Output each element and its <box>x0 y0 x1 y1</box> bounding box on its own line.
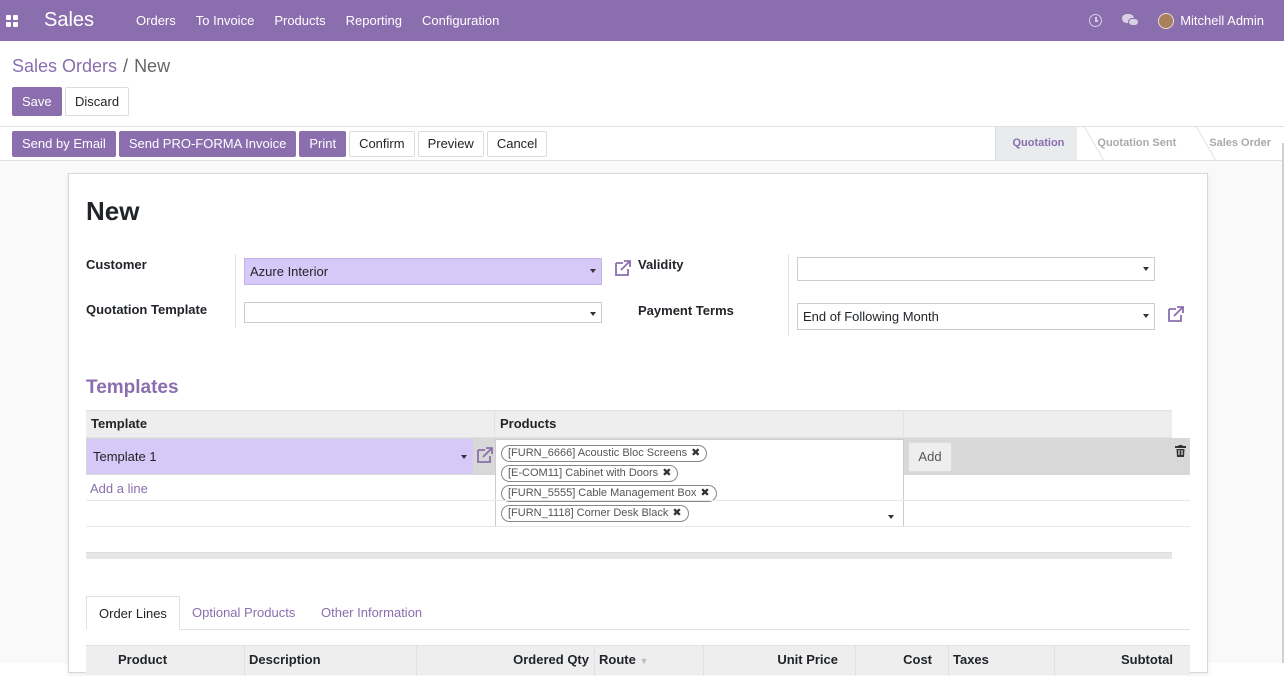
remove-tag-icon[interactable]: ✖ <box>672 507 681 519</box>
label-divider <box>788 254 789 336</box>
validity-label: Validity <box>638 257 684 272</box>
product-tag[interactable]: [FURN_1118] Corner Desk Black ✖ <box>501 505 689 522</box>
menu-orders[interactable]: Orders <box>136 13 176 28</box>
stage-quotation[interactable]: Quotation <box>995 127 1078 160</box>
send-proforma-invoice-button[interactable]: Send PRO-FORMA Invoice <box>118 131 297 157</box>
templates-table-header: Template Products <box>86 410 1172 438</box>
product-tag[interactable]: [FURN_6666] Acoustic Bloc Screens ✖ <box>501 445 708 462</box>
customer-label: Customer <box>86 257 147 272</box>
remove-tag-icon[interactable]: ✖ <box>662 467 671 479</box>
save-button[interactable]: Save <box>12 87 62 116</box>
form-sheet: New Customer Quotation Template Azure In… <box>68 173 1208 676</box>
product-tag-label: [E-COM11] Cabinet with Doors <box>508 467 659 479</box>
chevron-down-icon <box>1143 314 1149 318</box>
column-products[interactable]: Products <box>495 411 904 437</box>
remove-tag-icon[interactable]: ✖ <box>691 447 700 459</box>
breadcrumb-separator: / <box>123 56 129 76</box>
confirm-button[interactable]: Confirm <box>349 131 415 157</box>
table-footer-bar <box>86 552 1172 559</box>
label-divider <box>235 254 236 328</box>
statusbar: Send by Email Send PRO-FORMA Invoice Pri… <box>0 127 1284 161</box>
menu-reporting[interactable]: Reporting <box>346 13 402 28</box>
column-description[interactable]: Description <box>244 646 326 676</box>
record-title: New <box>86 196 140 226</box>
top-navbar: Sales Orders To Invoice Products Reporti… <box>0 0 1284 41</box>
chat-icon[interactable] <box>1122 13 1140 28</box>
payment-terms-label: Payment Terms <box>638 303 734 318</box>
templates-section-title: Templates <box>86 377 179 398</box>
column-taxes[interactable]: Taxes <box>948 646 994 676</box>
quotation-template-field[interactable] <box>244 302 602 323</box>
template-value: Template 1 <box>93 449 157 464</box>
remove-tag-icon[interactable]: ✖ <box>700 487 709 499</box>
quotation-template-label: Quotation Template <box>86 302 208 317</box>
avatar[interactable] <box>1158 12 1175 29</box>
chevron-down-icon <box>590 312 596 316</box>
product-tag[interactable]: [E-COM11] Cabinet with Doors ✖ <box>501 465 679 482</box>
payment-terms-value: End of Following Month <box>803 309 939 324</box>
validity-field[interactable] <box>797 257 1155 281</box>
customer-value: Azure Interior <box>250 264 329 279</box>
template-select[interactable]: Template 1 <box>87 439 473 474</box>
cancel-button[interactable]: Cancel <box>486 131 548 157</box>
tab-optional-products[interactable]: Optional Products <box>180 596 307 630</box>
notebook-tabs: Order Lines Optional Products Other Info… <box>86 596 1190 630</box>
discard-button[interactable]: Discard <box>65 87 130 116</box>
app-name[interactable]: Sales <box>44 9 94 32</box>
customer-field[interactable]: Azure Interior <box>244 258 602 285</box>
sort-caret-icon: ▼ <box>639 656 649 666</box>
menu-to-invoice[interactable]: To Invoice <box>196 13 255 28</box>
breadcrumb-current: New <box>134 56 171 76</box>
status-stages: Quotation Quotation Sent Sales Order <box>995 127 1284 160</box>
external-link-icon[interactable] <box>476 446 494 464</box>
column-subtotal[interactable]: Subtotal <box>1054 646 1178 676</box>
product-tag-label: [FURN_5555] Cable Management Box <box>508 487 697 499</box>
column-ordered-qty[interactable]: Ordered Qty <box>416 646 594 676</box>
product-tag-label: [FURN_1118] Corner Desk Black <box>508 507 669 519</box>
user-menu[interactable]: Mitchell Admin <box>1180 13 1264 28</box>
external-link-icon[interactable] <box>1167 305 1185 323</box>
product-tag-label: [FURN_6666] Acoustic Bloc Screens <box>508 447 688 459</box>
external-link-icon[interactable] <box>614 259 632 277</box>
payment-terms-field[interactable]: End of Following Month <box>797 303 1155 330</box>
row-divider <box>86 526 1190 527</box>
row-divider <box>86 500 1190 501</box>
send-by-email-button[interactable]: Send by Email <box>12 131 116 157</box>
column-product[interactable]: Product <box>113 646 172 676</box>
column-cost[interactable]: Cost <box>855 646 937 676</box>
chevron-down-icon <box>590 269 596 273</box>
breadcrumb: Sales Orders / New <box>12 56 170 77</box>
tab-other-information[interactable]: Other Information <box>309 596 434 630</box>
chevron-down-icon[interactable] <box>888 515 894 519</box>
column-route[interactable]: Route ▼ <box>594 646 653 676</box>
tab-order-lines[interactable]: Order Lines <box>86 596 180 630</box>
add-a-line-link[interactable]: Add a line <box>90 481 148 496</box>
chevron-down-icon <box>1143 267 1149 271</box>
products-tag-field[interactable]: [FURN_6666] Acoustic Bloc Screens ✖ [E-CO… <box>495 439 904 527</box>
print-button[interactable]: Print <box>299 131 347 157</box>
add-button[interactable]: Add <box>908 442 952 472</box>
breadcrumb-sales-orders[interactable]: Sales Orders <box>12 56 117 76</box>
chevron-down-icon <box>461 455 467 459</box>
menu-configuration[interactable]: Configuration <box>422 13 499 28</box>
preview-button[interactable]: Preview <box>417 131 484 157</box>
column-unit-price[interactable]: Unit Price <box>703 646 843 676</box>
trash-icon[interactable] <box>1175 445 1186 457</box>
menu-products[interactable]: Products <box>274 13 325 28</box>
apps-menu-icon[interactable] <box>6 14 18 27</box>
column-template[interactable]: Template <box>86 411 495 437</box>
activity-clock-icon[interactable] <box>1089 14 1103 27</box>
order-lines-header: Product Description Ordered Qty Route ▼ … <box>86 645 1190 676</box>
column-route-label: Route <box>599 652 636 667</box>
